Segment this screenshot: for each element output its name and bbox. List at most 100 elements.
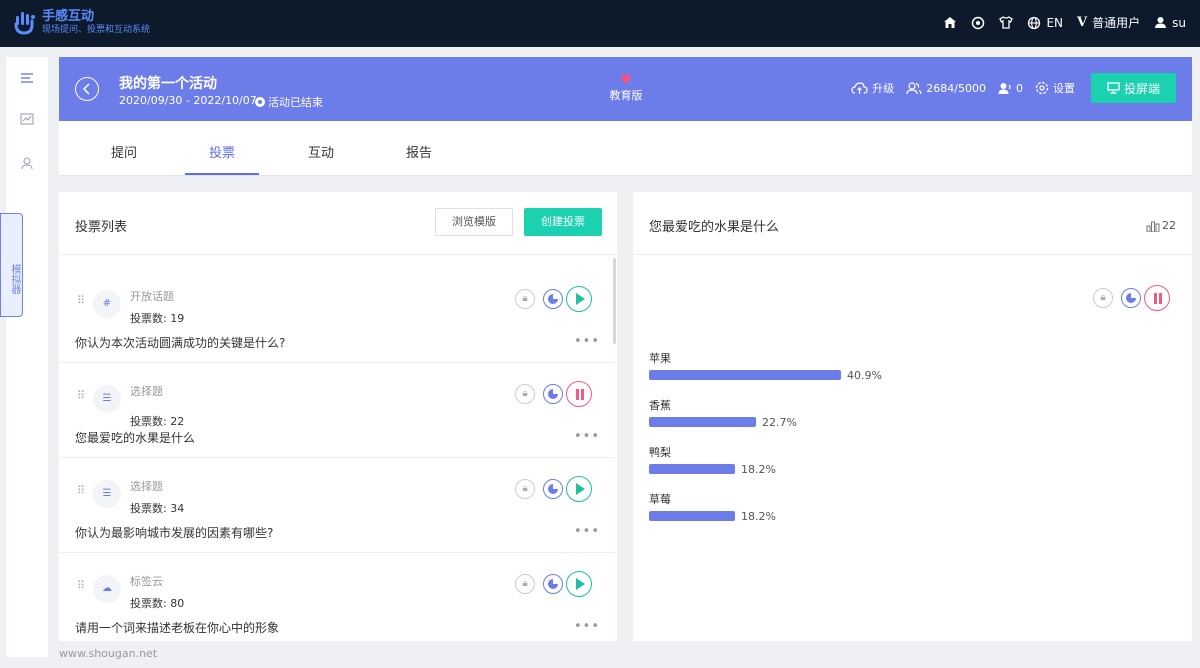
footer-url: www.shougan.net — [59, 647, 158, 660]
option-label: 香蕉 — [649, 399, 671, 412]
pause-icon[interactable] — [1144, 285, 1170, 311]
pause-icon[interactable] — [566, 381, 592, 407]
vote-type: 开放话题 — [130, 290, 174, 303]
active-tab-indicator — [185, 173, 259, 175]
settings-label: 设置 — [1052, 82, 1075, 95]
option-percent: 18.2% — [741, 463, 776, 476]
lock-icon[interactable]: 🔒︎ — [1093, 288, 1113, 308]
language-label: EN — [1046, 15, 1064, 30]
activity-actions: 升级 2684/5000 0 设置 投屏端 — [839, 73, 1176, 103]
results-pie-icon[interactable] — [543, 479, 563, 499]
upgrade-label: 升级 — [872, 82, 895, 95]
result-controls: 🔒︎ — [1093, 285, 1170, 311]
vote-controls: 🔒︎ — [515, 571, 592, 597]
option-percent: 22.7% — [762, 416, 797, 429]
skin-button[interactable] — [999, 16, 1014, 29]
vote-item[interactable]: ⠿ ☰ 选择题 投票数: 22 🔒︎ 您最爱吃的水果是什么 ••• — [59, 363, 615, 458]
projection-button[interactable]: 投屏端 — [1090, 73, 1176, 103]
result-total-value: 22 — [1162, 219, 1176, 232]
user-type-badge[interactable]: V 普通用户 — [1077, 14, 1140, 31]
bar-chart-icon — [1146, 221, 1160, 232]
more-options-icon[interactable]: ••• — [574, 429, 600, 444]
results-pie-icon[interactable] — [1121, 288, 1141, 308]
lock-icon[interactable]: 🔒︎ — [515, 479, 535, 499]
online-user-icon — [998, 82, 1011, 94]
profile-icon[interactable] — [20, 157, 34, 171]
vote-list-panel: 投票列表 浏览模版 创建投票 ⠿ # 开放话题 投票数: 19 🔒︎ 你认为本次… — [59, 192, 617, 641]
option-bar — [649, 417, 756, 427]
participants-counter[interactable]: 2684/5000 — [906, 82, 986, 95]
tab-report[interactable]: 报告 — [406, 142, 432, 161]
drag-handle-icon[interactable]: ⠿ — [77, 295, 87, 306]
online-counter[interactable]: 0 — [998, 82, 1023, 95]
users-icon — [906, 81, 922, 94]
lock-icon[interactable]: 🔒︎ — [515, 574, 535, 594]
vote-count: 投票数: 22 — [130, 415, 185, 428]
app-logo[interactable]: 手感互动 现场提问、投票和互动系统 — [14, 9, 150, 36]
create-vote-button[interactable]: 创建投票 — [524, 208, 602, 236]
vote-count: 投票数: 34 — [130, 502, 185, 515]
vote-item[interactable]: ⠿ ☰ 选择题 投票数: 34 🔒︎ 你认为最影响城市发展的因素有哪些? ••• — [59, 458, 615, 553]
chevron-left-icon — [82, 83, 90, 95]
back-button[interactable] — [75, 77, 99, 101]
left-rail — [6, 57, 48, 657]
vote-type: 选择题 — [130, 385, 163, 398]
user-type-label: 普通用户 — [1092, 16, 1141, 30]
activity-dates: 2020/09/30 - 2022/10/07 — [119, 94, 257, 107]
vote-item[interactable]: ⠿ ☁ 标签云 投票数: 80 🔒︎ 请用一个词来描述老板在你心中的形象 ••• — [59, 553, 615, 641]
settings-button[interactable]: 设置 — [1035, 80, 1075, 96]
vote-item[interactable]: ⠿ # 开放话题 投票数: 19 🔒︎ 你认为本次活动圆满成功的关键是什么? •… — [59, 268, 615, 363]
vote-list-header: 投票列表 浏览模版 创建投票 — [59, 192, 617, 255]
language-switch[interactable]: EN — [1027, 16, 1063, 30]
shirt-icon — [999, 16, 1014, 29]
edition-badge: ♥ 教育版 — [609, 74, 643, 103]
app-title: 手感互动 — [42, 9, 95, 24]
top-bar: 手感互动 现场提问、投票和互动系统 EN V 普通用户 su — [0, 0, 1200, 47]
result-question: 您最爱吃的水果是什么 — [649, 220, 780, 235]
option-label: 草莓 — [649, 493, 671, 506]
upgrade-button[interactable]: 升级 — [851, 80, 894, 96]
simulator-tab[interactable]: 模拟器 — [0, 213, 23, 317]
simulator-label: 模拟器 — [9, 264, 20, 294]
browse-template-button[interactable]: 浏览模版 — [435, 208, 513, 236]
drag-handle-icon[interactable]: ⠿ — [77, 485, 87, 496]
user-name: su — [1172, 15, 1186, 30]
play-icon[interactable] — [566, 476, 592, 502]
option-label: 鸭梨 — [649, 446, 671, 459]
tab-questions[interactable]: 提问 — [111, 142, 137, 161]
option-bar — [649, 370, 841, 380]
tab-interaction[interactable]: 互动 — [308, 142, 334, 161]
participants-value: 2684/5000 — [926, 81, 986, 95]
analytics-icon[interactable] — [20, 113, 34, 127]
help-button[interactable] — [971, 16, 985, 30]
user-menu[interactable]: su — [1154, 16, 1186, 30]
lock-icon[interactable]: 🔒︎ — [515, 289, 535, 309]
drag-handle-icon[interactable]: ⠿ — [77, 390, 87, 401]
activity-status-label: 活动已结束 — [268, 96, 323, 109]
result-total: 22 — [1146, 219, 1176, 232]
vote-list-title: 投票列表 — [75, 220, 128, 235]
lock-icon[interactable]: 🔒︎ — [515, 384, 535, 404]
more-options-icon[interactable]: ••• — [574, 524, 600, 539]
vote-controls: 🔒︎ — [515, 381, 592, 407]
play-icon[interactable] — [566, 286, 592, 312]
results-pie-icon[interactable] — [543, 384, 563, 404]
results-pie-icon[interactable] — [543, 289, 563, 309]
monitor-icon — [1107, 82, 1120, 94]
menu-list-icon[interactable] — [20, 72, 34, 86]
tab-voting[interactable]: 投票 — [209, 142, 235, 161]
app-subtitle: 现场提问、投票和互动系统 — [42, 25, 151, 35]
results-pie-icon[interactable] — [543, 574, 563, 594]
more-options-icon[interactable]: ••• — [574, 334, 600, 349]
home-button[interactable] — [943, 16, 957, 29]
drag-handle-icon[interactable]: ⠿ — [77, 580, 87, 591]
more-options-icon[interactable]: ••• — [574, 619, 600, 634]
gear-icon — [1035, 81, 1049, 95]
play-icon[interactable] — [566, 571, 592, 597]
status-dot-icon — [255, 97, 265, 107]
vote-result-header: 您最爱吃的水果是什么 22 — [633, 192, 1192, 255]
checklist-icon: ☰ — [93, 385, 121, 413]
headset-icon — [972, 16, 985, 29]
checklist-icon: ☰ — [93, 480, 121, 508]
vip-v-icon: V — [1077, 15, 1088, 30]
